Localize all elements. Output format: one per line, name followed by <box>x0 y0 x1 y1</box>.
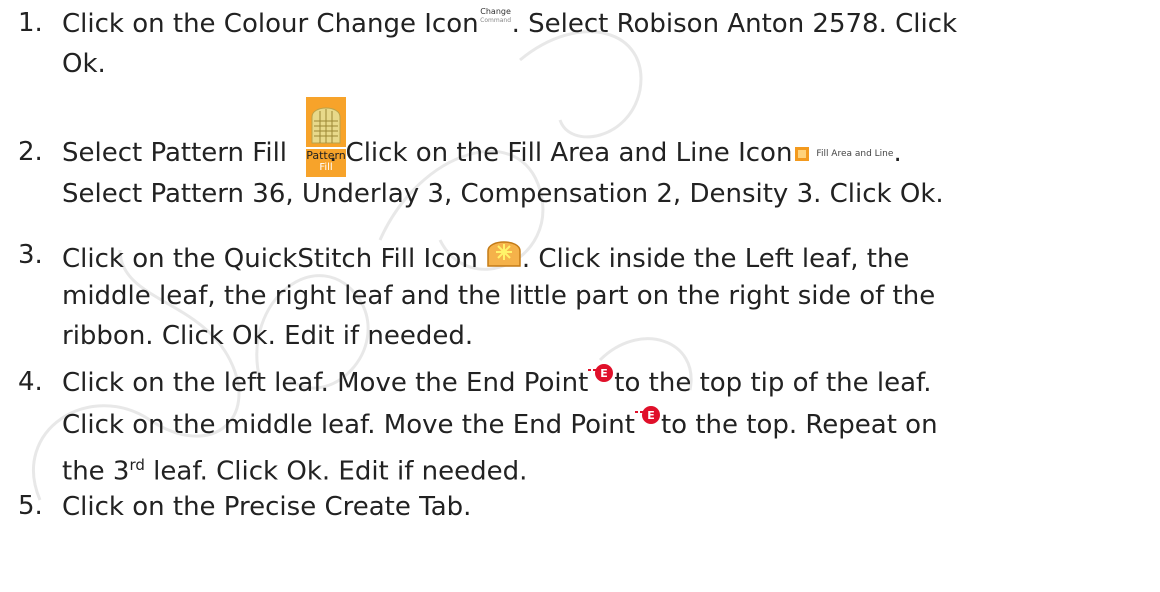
svg-text:E: E <box>647 409 655 422</box>
quickstitch-fill-icon <box>486 235 522 276</box>
step-3-text-a: Click on the QuickStitch Fill Icon <box>62 244 478 274</box>
step-4-text-c: Click on the middle leaf. Move the End P… <box>62 410 635 440</box>
step-2-text-a: Select Pattern Fill <box>62 138 288 168</box>
step-5-text: Click on the Precise Create Tab. <box>62 492 472 522</box>
step-4-number: 4. <box>18 367 43 397</box>
step-1-text-c: Ok. <box>62 49 106 79</box>
colour-change-icon-label: Change <box>480 6 511 16</box>
step-2-number: 2. <box>18 137 43 167</box>
fill-area-line-icon <box>794 137 810 171</box>
step-4-line-1: Click on the left leaf. Move the End Poi… <box>62 363 932 401</box>
step-3-text-c: middle leaf, the right leaf and the litt… <box>62 281 936 311</box>
end-point-icon-2-graphic: E <box>634 405 660 424</box>
fill-area-line-label: Fill Area and Line <box>816 148 894 159</box>
step-3-text-b: . Click inside the Left leaf, the <box>521 244 910 274</box>
step-2-line-1: Select Pattern Fill . Click on the Fill A… <box>62 136 902 171</box>
step-4-line-3: the 3rd leaf. Click Ok. Edit if needed. <box>62 448 527 489</box>
svg-text:E: E <box>601 367 609 380</box>
document-page: 1. Click on the Colour Change Icon Chang… <box>0 0 1160 592</box>
step-2-text-b: . Click on the Fill Area and Line Icon <box>329 138 793 168</box>
step-4-text-e: the 3 <box>62 456 130 487</box>
step-4-superscript: rd <box>129 456 145 474</box>
end-point-icon-graphic: E <box>588 363 614 382</box>
step-4-text-f: leaf. Click Ok. Edit if needed. <box>144 456 528 487</box>
colour-change-icon: Change Command <box>480 7 512 31</box>
step-1-text-b: . Select Robison Anton 2578. Click <box>511 9 958 39</box>
step-2-text-d: Select Pattern 36, Underlay 3, Compensat… <box>62 179 944 209</box>
step-4-text-b: to the top tip of the leaf. <box>614 368 932 398</box>
step-5-number: 5. <box>18 491 43 521</box>
step-4-text-a: Click on the left leaf. Move the End Poi… <box>62 368 589 398</box>
step-1-number: 1. <box>18 8 43 38</box>
fill-area-line-icon-graphic <box>795 146 810 161</box>
step-3-line-1: Click on the QuickStitch Fill Icon . Cli… <box>62 239 909 280</box>
colour-change-icon-sublabel: Command <box>480 16 512 24</box>
step-2-text-c: . <box>893 138 902 168</box>
end-point-icon-2: E <box>634 403 661 437</box>
step-1-text-a: Click on the Colour Change Icon <box>62 9 479 39</box>
quickstitch-fill-icon-graphic <box>487 241 521 267</box>
step-3-number: 3. <box>18 240 43 270</box>
step-3-text-d: ribbon. Click Ok. Edit if needed. <box>62 321 474 351</box>
step-4-line-2: Click on the middle leaf. Move the End P… <box>62 405 938 443</box>
step-4-text-d: to the top. Repeat on <box>660 410 938 440</box>
end-point-icon: E <box>588 361 614 395</box>
step-1-line-1: Click on the Colour Change Icon Change C… <box>62 7 957 41</box>
